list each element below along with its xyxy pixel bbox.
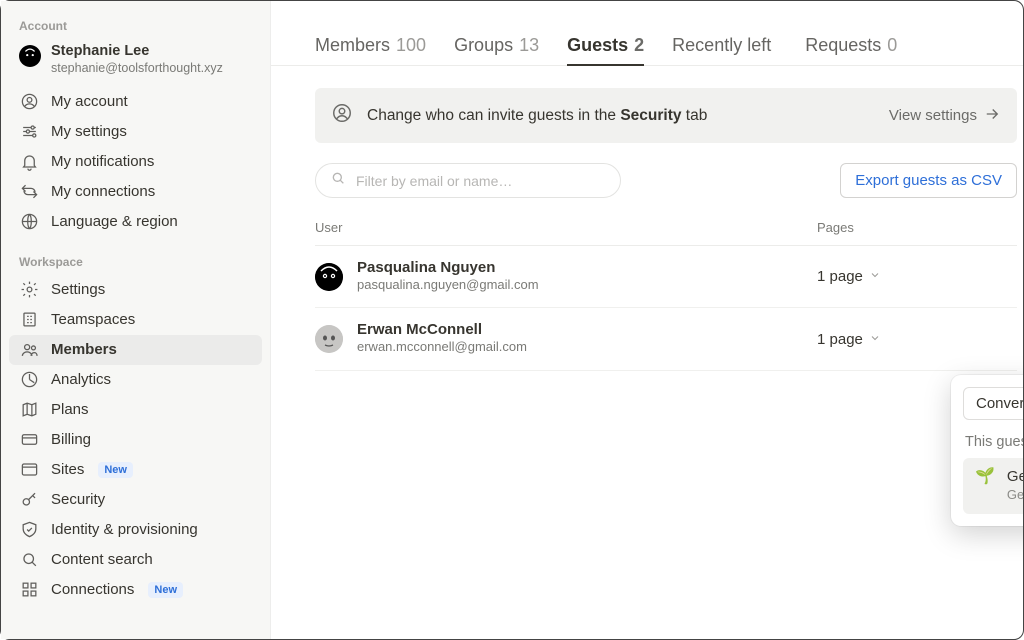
sidebar-item-label: Security <box>51 491 105 508</box>
sidebar-item-label: Plans <box>51 401 89 418</box>
sliders-icon <box>19 122 39 142</box>
tab-members[interactable]: Members100 <box>315 25 426 66</box>
search-input[interactable] <box>356 173 606 189</box>
export-csv-button[interactable]: Export guests as CSV <box>840 163 1017 198</box>
main: Members100 Groups13 Guests2 Recently lef… <box>271 1 1023 639</box>
sidebar-item-label: Content search <box>51 551 153 568</box>
sidebar-item-label: Analytics <box>51 371 111 388</box>
col-header-user: User <box>315 220 817 235</box>
globe-icon <box>19 212 39 232</box>
sidebar-item-label: My account <box>51 93 128 110</box>
sidebar-item-label: Connections <box>51 581 134 598</box>
new-badge: New <box>148 582 183 598</box>
view-settings-link[interactable]: View settings <box>889 105 1001 127</box>
sidebar-item-my-notifications[interactable]: My notifications <box>9 147 262 177</box>
sidebar-item-label: Language & region <box>51 213 178 230</box>
col-header-pages: Pages <box>817 220 1017 235</box>
sidebar-item-members[interactable]: Members <box>9 335 262 365</box>
user-name: Pasqualina Nguyen <box>357 260 539 277</box>
profile-name: Stephanie Lee <box>51 43 223 60</box>
sidebar-item-my-connections[interactable]: My connections <box>9 177 262 207</box>
grid-icon <box>19 580 39 600</box>
sidebar-item-label: Teamspaces <box>51 311 135 328</box>
sidebar-item-label: Members <box>51 341 117 358</box>
sidebar-item-my-settings[interactable]: My settings <box>9 117 262 147</box>
chart-icon <box>19 370 39 390</box>
tab-guests[interactable]: Guests2 <box>567 25 644 66</box>
profile-block[interactable]: Stephanie Lee stephanie@toolsforthought.… <box>9 39 262 87</box>
arrows-icon <box>19 182 39 202</box>
bell-icon <box>19 152 39 172</box>
sidebar-item-label: Billing <box>51 431 91 448</box>
sidebar-item-analytics[interactable]: Analytics <box>9 365 262 395</box>
building-icon <box>19 310 39 330</box>
user-email: pasqualina.nguyen@gmail.com <box>357 277 539 294</box>
banner-text: Change who can invite guests in the Secu… <box>367 107 707 125</box>
sidebar-item-security[interactable]: Security <box>9 485 262 515</box>
sidebar-item-label: Settings <box>51 281 105 298</box>
people-icon <box>19 340 39 360</box>
browser-icon <box>19 460 39 480</box>
sidebar-item-label: My settings <box>51 123 127 140</box>
sidebar-item-billing[interactable]: Billing <box>9 425 262 455</box>
map-icon <box>19 400 39 420</box>
guest-actions-popover: Convert to member Remove This guest can … <box>951 375 1023 526</box>
table-row: Pasqualina Nguyen pasqualina.nguyen@gmai… <box>315 246 1017 308</box>
pages-dropdown[interactable]: 1 page <box>817 331 1017 348</box>
security-banner: Change who can invite guests in the Secu… <box>315 88 1017 143</box>
sidebar-section-workspace: Workspace <box>9 251 262 275</box>
sidebar-item-connections[interactable]: Connections New <box>9 575 262 605</box>
search-icon <box>19 550 39 570</box>
sidebar-item-my-account[interactable]: My account <box>9 87 262 117</box>
user-email: erwan.mcconnell@gmail.com <box>357 339 527 356</box>
avatar <box>315 263 343 291</box>
sidebar-item-content-search[interactable]: Content search <box>9 545 262 575</box>
user-name: Erwan McConnell <box>357 322 527 339</box>
tab-recently-left[interactable]: Recently left <box>672 25 777 66</box>
search-icon <box>330 170 346 191</box>
sidebar: Account Stephanie Lee stephanie@toolsfor… <box>1 1 271 639</box>
accessible-page[interactable]: 🌱 General onboarding General / Company H… <box>963 458 1023 514</box>
page-title: General onboarding <box>1007 468 1023 486</box>
chevron-down-icon <box>869 331 881 348</box>
person-circle-icon <box>331 102 353 129</box>
chevron-down-icon <box>869 268 881 285</box>
profile-email: stephanie@toolsforthought.xyz <box>51 60 223 76</box>
guests-table: User Pages Pasqualina Nguyen pasqualina.… <box>315 220 1017 371</box>
pages-dropdown[interactable]: 1 page <box>817 268 1017 285</box>
search-filter[interactable] <box>315 163 621 198</box>
card-icon <box>19 430 39 450</box>
key-icon <box>19 490 39 510</box>
sidebar-item-label: Identity & provisioning <box>51 521 198 538</box>
sidebar-item-sites[interactable]: Sites New <box>9 455 262 485</box>
sidebar-item-plans[interactable]: Plans <box>9 395 262 425</box>
gear-icon <box>19 280 39 300</box>
access-label: This guest can access this page: <box>965 434 1023 450</box>
shield-check-icon <box>19 520 39 540</box>
table-row: Erwan McConnell erwan.mcconnell@gmail.co… <box>315 308 1017 370</box>
avatar <box>315 325 343 353</box>
tabs: Members100 Groups13 Guests2 Recently lef… <box>271 1 1023 66</box>
arrow-right-icon <box>983 105 1001 127</box>
sidebar-item-label: My connections <box>51 183 155 200</box>
new-badge: New <box>98 462 133 478</box>
tab-requests[interactable]: Requests0 <box>805 25 897 66</box>
sidebar-item-label: Sites <box>51 461 84 478</box>
page-emoji-icon: 🌱 <box>975 469 995 485</box>
person-circle-icon <box>19 92 39 112</box>
sidebar-item-label: My notifications <box>51 153 154 170</box>
sidebar-item-language[interactable]: Language & region <box>9 207 262 237</box>
sidebar-item-identity[interactable]: Identity & provisioning <box>9 515 262 545</box>
tab-groups[interactable]: Groups13 <box>454 25 539 66</box>
page-path: General / Company Home <box>1007 486 1023 504</box>
sidebar-section-account: Account <box>9 15 262 39</box>
convert-to-member-button[interactable]: Convert to member <box>963 387 1023 420</box>
sidebar-item-settings[interactable]: Settings <box>9 275 262 305</box>
sidebar-item-teamspaces[interactable]: Teamspaces <box>9 305 262 335</box>
avatar <box>19 45 41 67</box>
